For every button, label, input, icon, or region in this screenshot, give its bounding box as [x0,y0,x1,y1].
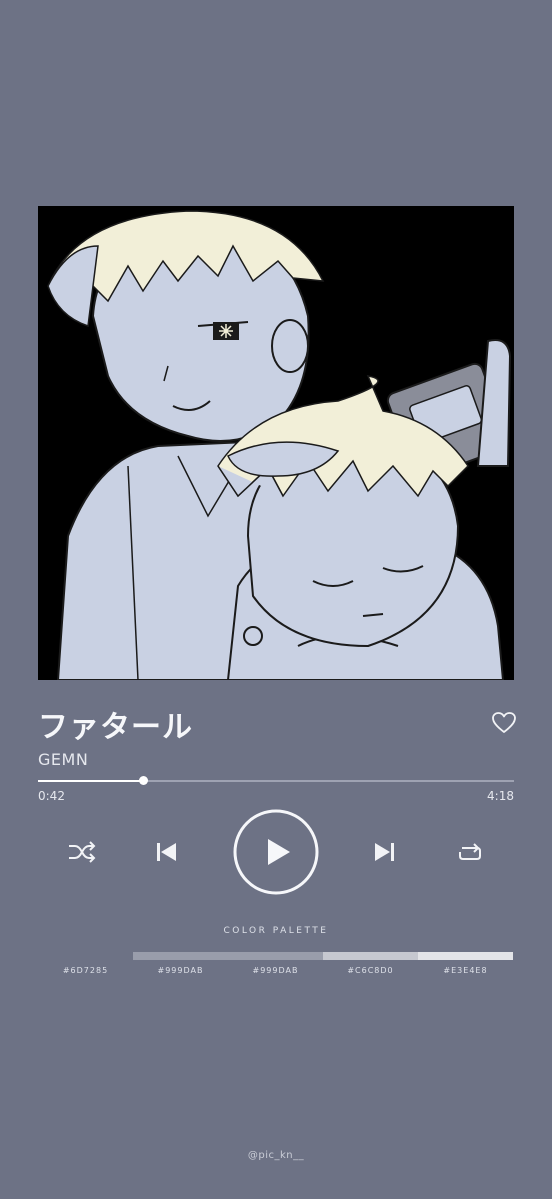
repeat-button[interactable] [457,841,483,863]
palette-swatch [228,952,323,960]
palette-swatch-label: #C6C8D0 [347,966,394,975]
credit-text: @pic_kn__ [247,1150,305,1161]
like-button[interactable] [491,711,517,735]
previous-icon [157,843,176,861]
progress-knob[interactable] [138,776,148,785]
shuffle-button[interactable] [67,840,97,864]
palette-swatch-label: #999DAB [252,966,299,975]
palette-swatch [38,952,133,960]
palette-swatch [133,952,228,960]
play-button[interactable] [232,808,320,896]
play-icon [233,809,319,895]
palette-swatch-label: #E3E4E8 [443,966,488,975]
current-time: 0:42 [38,789,65,803]
progress-fill [38,780,143,782]
album-artwork [38,206,514,680]
next-button[interactable] [372,841,396,863]
previous-button[interactable] [155,841,179,863]
track-artist: GEMN [38,750,89,769]
track-title: ファタール [38,710,193,745]
palette-swatch-label: #999DAB [157,966,204,975]
repeat-icon [459,843,481,860]
shuffle-icon [69,841,96,863]
artwork-illustration [38,206,514,680]
palette-swatch [323,952,418,960]
heart-icon [492,712,516,733]
progress-bar[interactable] [38,776,514,785]
palette-swatch-label: #6D7285 [62,966,109,975]
total-time: 4:18 [487,789,514,803]
palette-swatch [418,952,513,960]
palette-title: COLOR PALETTE [223,926,329,936]
next-icon [375,843,394,861]
